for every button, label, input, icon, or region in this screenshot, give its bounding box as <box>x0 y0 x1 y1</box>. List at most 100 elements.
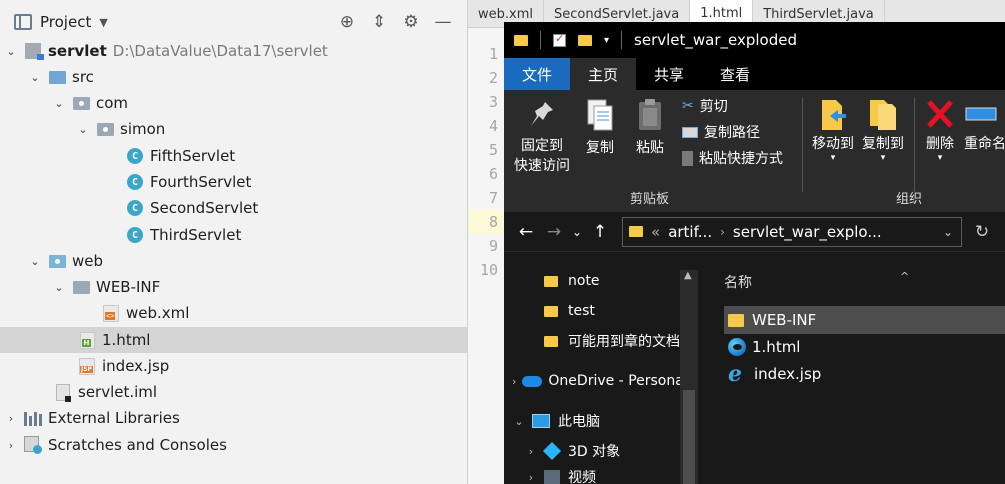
folder-icon <box>544 275 558 287</box>
tree-item-thirdservlet[interactable]: C ThirdServlet <box>0 222 467 248</box>
chevron-right-icon[interactable]: › <box>4 439 18 452</box>
recent-dropdown-icon[interactable]: ⌄ <box>568 225 586 239</box>
back-arrow-icon[interactable]: ← <box>512 222 540 242</box>
file-row-1-html[interactable]: 1.html <box>724 333 1005 361</box>
delete-label: 删除 <box>926 136 954 152</box>
chevron-down-icon[interactable]: ⌄ <box>52 281 66 294</box>
tree-item-web-inf[interactable]: ⌄ WEB-INF <box>0 274 467 300</box>
tree-item-fifthservlet[interactable]: C FifthServlet <box>0 143 467 169</box>
up-arrow-icon[interactable]: ↑ <box>586 222 614 242</box>
breadcrumb-item[interactable]: artif... <box>668 223 712 241</box>
quick-access-toolbar: ▾ <box>514 31 623 49</box>
tree-item-servlet[interactable]: ⌄ servlet D:\DataValue\Data17\servlet <box>0 38 467 64</box>
tree-item-web-xml[interactable]: web.xml <box>0 300 467 326</box>
chevron-down-icon[interactable]: ⌄ <box>28 71 42 84</box>
nav-item-onedrive[interactable]: › OneDrive - Personal <box>512 366 680 396</box>
nav-scrollbar[interactable]: ▲ <box>680 270 698 484</box>
html-file-icon <box>78 331 96 349</box>
nav-item-test[interactable]: test <box>544 296 595 326</box>
copy-path-button[interactable]: 复制路径 <box>682 122 760 142</box>
refresh-icon[interactable]: ↻ <box>968 222 996 242</box>
paste-button[interactable]: 粘贴 <box>630 98 670 158</box>
line-number: 4 <box>488 117 498 135</box>
breadcrumb-item[interactable]: servlet_war_explo... <box>733 223 882 241</box>
tree-item-web[interactable]: ⌄ web <box>0 248 467 274</box>
copy-to-button[interactable]: 复制到 ▾ <box>858 96 908 163</box>
nav-item-label: 可能用到章的文档 <box>568 334 680 350</box>
move-to-icon <box>822 100 846 130</box>
tree-item-fourthservlet[interactable]: C FourthServlet <box>0 169 467 195</box>
gear-icon[interactable]: ⚙ <box>401 12 421 32</box>
file-row-index-jsp[interactable]: e index.jsp <box>724 360 1005 388</box>
chevron-down-icon[interactable]: ⌄ <box>4 45 18 58</box>
chevron-down-icon[interactable]: ▼ <box>99 16 107 29</box>
sort-ascending-icon: ^ <box>900 270 910 283</box>
tree-item-index-jsp[interactable]: index.jsp <box>0 353 467 379</box>
nav-item-note[interactable]: note <box>544 266 600 296</box>
file-list-pane: 名称 ^ WEB-INF 1.html e index.jsp <box>700 262 1005 484</box>
rename-button[interactable]: 重命名 <box>964 96 1005 154</box>
library-icon <box>24 410 42 426</box>
file-name: index.jsp <box>754 365 822 383</box>
ribbon-tab-home[interactable]: 主页 <box>570 58 637 90</box>
address-input[interactable]: « artif... › servlet_war_explo... ⌄ <box>622 216 962 247</box>
breadcrumb-overflow[interactable]: « <box>651 223 660 241</box>
tree-item-com[interactable]: ⌄ com <box>0 90 467 116</box>
chevron-right-icon[interactable]: › <box>524 471 538 484</box>
nav-item-videos[interactable]: › 视频 <box>524 462 596 484</box>
new-folder-icon[interactable] <box>578 34 592 46</box>
collapse-all-icon[interactable]: ⇕ <box>369 12 389 32</box>
nav-item-docs[interactable]: 可能用到章的文档 <box>544 326 680 356</box>
chevron-down-icon[interactable]: ⌄ <box>76 123 90 136</box>
address-bar-row: ← → ⌄ ↑ « artif... › servlet_war_explo..… <box>504 212 1005 252</box>
module-icon <box>24 43 44 60</box>
ribbon-tab-view[interactable]: 查看 <box>702 58 768 90</box>
project-panel-title[interactable]: Project <box>40 13 91 31</box>
line-number: 10 <box>479 261 498 279</box>
project-toolbar: ⊕ ⇕ ⚙ — <box>337 12 453 32</box>
cut-label: 剪切 <box>699 99 728 115</box>
chevron-down-icon[interactable]: ⌄ <box>28 255 42 268</box>
ribbon-tab-file[interactable]: 文件 <box>504 58 571 90</box>
file-row-web-inf[interactable]: WEB-INF <box>724 306 1005 334</box>
pin-quick-access-button[interactable]: 固定到 快速访问 <box>510 98 574 176</box>
locate-icon[interactable]: ⊕ <box>337 12 357 32</box>
move-to-button[interactable]: 移动到 ▾ <box>808 96 858 163</box>
project-panel: Project ▼ ⊕ ⇕ ⚙ — ⌄ servlet D:\DataValue… <box>0 0 468 484</box>
forward-arrow-icon[interactable]: → <box>540 222 568 242</box>
scrollbar-thumb[interactable] <box>683 390 695 484</box>
line-number: 2 <box>488 69 498 87</box>
scroll-up-icon[interactable]: ▲ <box>684 270 692 281</box>
nav-item-label: OneDrive - Personal <box>548 373 680 389</box>
chevron-right-icon[interactable]: › <box>512 375 516 388</box>
tree-item-src[interactable]: ⌄ src <box>0 64 467 90</box>
java-class-icon: C <box>126 227 144 243</box>
properties-icon[interactable] <box>553 32 566 47</box>
tree-item-label: web <box>72 252 104 270</box>
chevron-right-icon[interactable]: › <box>720 225 725 239</box>
delete-button[interactable]: 删除 ▾ <box>918 96 962 163</box>
tree-item-scratches[interactable]: › Scratches and Consoles <box>0 432 467 458</box>
column-header-name[interactable]: 名称 ^ <box>724 270 909 292</box>
file-explorer-window: ▾ servlet_war_exploded 文件 主页 共享 查看 固定到 快… <box>504 22 1005 484</box>
tree-item-servlet-iml[interactable]: servlet.iml <box>0 379 467 405</box>
tree-item-external-libraries[interactable]: › External Libraries <box>0 405 467 431</box>
address-dropdown-icon[interactable]: ⌄ <box>943 225 953 239</box>
tree-item-1-html[interactable]: 1.html <box>0 327 467 353</box>
tree-item-simon[interactable]: ⌄ simon <box>0 116 467 142</box>
separator <box>540 31 541 49</box>
navigation-pane: note test 可能用到章的文档 › OneDrive - Personal… <box>504 262 700 484</box>
chevron-right-icon[interactable]: › <box>524 445 538 458</box>
customize-dropdown-icon[interactable]: ▾ <box>604 35 609 46</box>
tree-item-secondservlet[interactable]: C SecondServlet <box>0 195 467 221</box>
folder-icon <box>629 226 643 237</box>
cut-button[interactable]: ✂ 剪切 <box>682 96 728 116</box>
paste-shortcut-button[interactable]: 粘贴快捷方式 <box>682 148 783 168</box>
minimize-icon[interactable]: — <box>433 12 453 32</box>
nav-item-this-pc[interactable]: ⌄ 此电脑 <box>512 406 600 436</box>
copy-button[interactable]: 复制 <box>580 98 620 158</box>
chevron-down-icon[interactable]: ⌄ <box>52 97 66 110</box>
chevron-right-icon[interactable]: › <box>4 412 18 425</box>
ribbon-tab-share[interactable]: 共享 <box>636 58 702 90</box>
chevron-down-icon[interactable]: ⌄ <box>512 415 526 428</box>
